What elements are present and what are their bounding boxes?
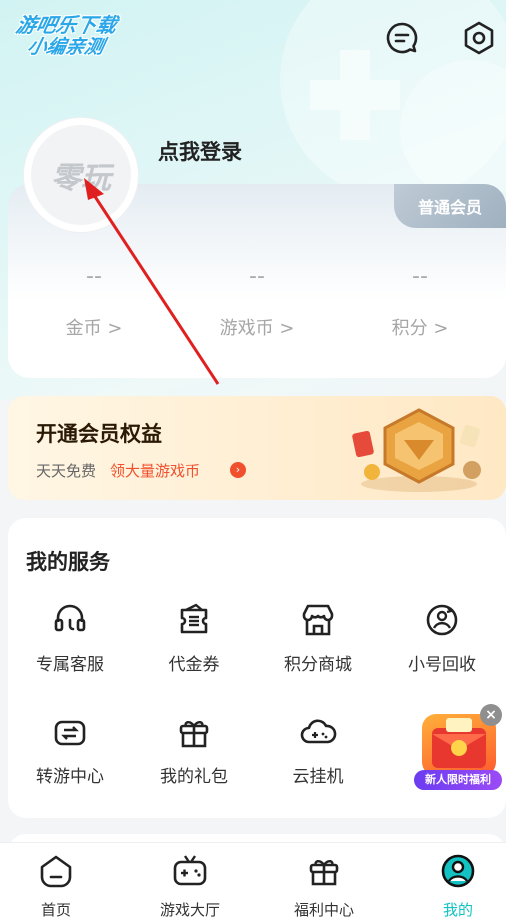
stat-label: 游戏币 > [219, 318, 295, 339]
stat-value: -- [86, 264, 102, 289]
headset-icon [54, 604, 86, 632]
gamepad-icon [173, 855, 207, 886]
tab-welfare-center[interactable]: 福利中心 [274, 851, 374, 919]
stat-game-coins[interactable]: -- 游戏币 > [187, 264, 327, 340]
stat-value: -- [412, 264, 428, 289]
gift-icon [179, 721, 209, 748]
service-label: 专属客服 [36, 655, 104, 675]
tab-home[interactable]: 首页 [6, 851, 106, 919]
vip-link[interactable]: 领大量游戏币 [110, 460, 200, 481]
watermark: 游吧乐下载 小编亲测 [9, 13, 148, 58]
member-level-badge: 普通会员 [394, 184, 506, 228]
vip-banner[interactable]: 开通会员权益 天天免费 领大量游戏币 › [8, 396, 506, 500]
tab-mine[interactable]: 我的 [408, 851, 506, 919]
stat-coins[interactable]: -- 金币 > [24, 264, 164, 340]
promo-floating-banner[interactable]: × 新人限时福利 [414, 704, 502, 792]
promo-label: 新人限时福利 [414, 770, 502, 790]
service-transfer-center[interactable]: 转游中心 [8, 710, 132, 790]
bottom-tab-bar: 首页 游戏大厅 福利中心 我的 [0, 842, 506, 919]
chevron-right-icon: › [230, 462, 246, 478]
login-link[interactable]: 点我登录 [158, 136, 242, 166]
store-icon [302, 604, 334, 636]
tab-label: 游戏大厅 [159, 901, 220, 919]
gift-icon [309, 860, 339, 886]
transfer-game-icon [54, 720, 86, 746]
voucher-icon [180, 603, 208, 634]
diamond-badge-icon [352, 408, 481, 492]
service-cloud-idle[interactable]: 云挂机 [256, 710, 380, 790]
vip-title: 开通会员权益 [36, 422, 162, 446]
service-label: 我的礼包 [160, 767, 228, 787]
tab-game-hall[interactable]: 游戏大厅 [140, 851, 240, 919]
avatar-button[interactable]: 零玩 [24, 118, 138, 232]
profile-icon [441, 854, 475, 888]
vip-subtitle: 天天免费 [36, 462, 97, 480]
tab-label: 我的 [442, 901, 473, 919]
service-label: 积分商城 [284, 655, 352, 675]
tab-label: 福利中心 [293, 901, 354, 919]
cloud-game-icon [300, 719, 337, 744]
service-account-recycle[interactable]: 小号回收 [380, 598, 504, 678]
service-label: 小号回收 [408, 655, 476, 675]
service-customer-support[interactable]: 专属客服 [8, 598, 132, 678]
stat-value: -- [249, 264, 265, 289]
avatar: 零玩 [31, 125, 131, 225]
service-points-mall[interactable]: 积分商城 [256, 598, 380, 678]
service-label: 代金券 [168, 655, 220, 675]
home-icon [40, 855, 72, 888]
stat-label: 金币 > [65, 318, 123, 339]
message-icon [386, 22, 418, 54]
watermark-line2: 小编亲测 [25, 36, 107, 58]
recycle-user-icon [426, 604, 458, 636]
message-button[interactable] [384, 20, 420, 56]
gamepad-decor-icon [310, 50, 400, 140]
stat-points[interactable]: -- 积分 > [350, 264, 490, 340]
gear-icon [464, 21, 494, 55]
settings-button[interactable] [461, 20, 497, 56]
avatar-logo-text: 零玩 [51, 161, 111, 196]
tab-label: 首页 [40, 901, 71, 919]
service-my-gifts[interactable]: 我的礼包 [132, 710, 256, 790]
services-title: 我的服务 [26, 550, 110, 574]
stat-label: 积分 > [391, 318, 449, 339]
service-label: 转游中心 [36, 767, 104, 787]
service-voucher[interactable]: 代金券 [132, 598, 256, 678]
service-label: 云挂机 [292, 767, 344, 787]
watermark-line1: 游吧乐下载 [13, 13, 119, 37]
close-icon[interactable]: × [480, 704, 502, 726]
